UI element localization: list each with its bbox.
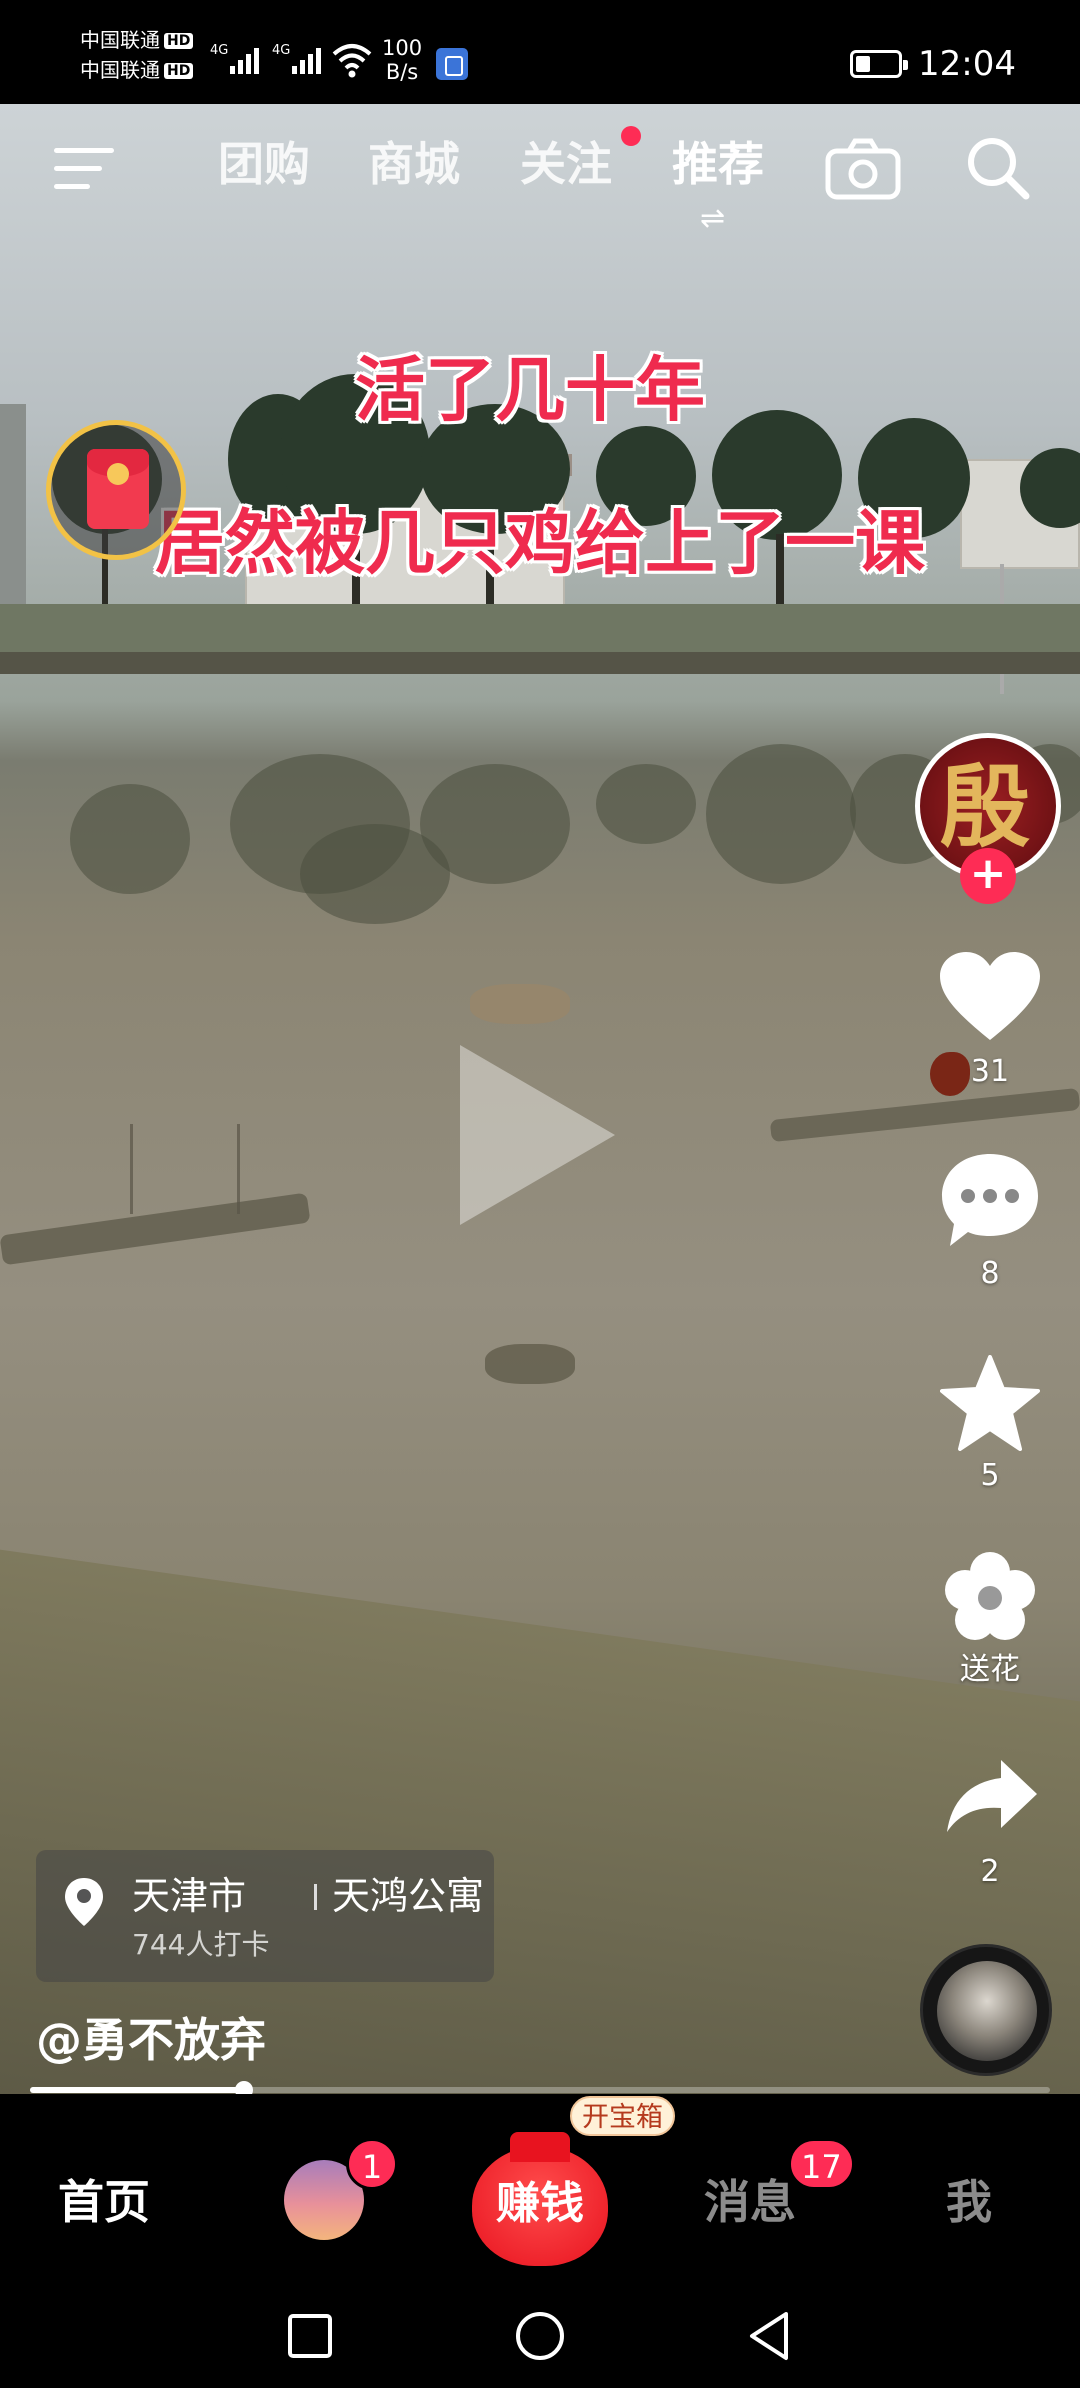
red-envelope-icon [87,449,149,529]
tree-reflection [420,764,570,884]
tree-reflection [70,784,190,894]
network-speed: 100 B/s [382,36,422,84]
speed-value: 100 [382,36,423,60]
battery-icon [850,50,908,78]
location-city: 天津市 [132,1874,247,1918]
favorite-count: 5 [980,1458,1000,1493]
red-packet-button[interactable] [46,420,186,560]
send-flower-label: 送花 [960,1652,1020,1687]
location-place: 天鸿公寓 [332,1874,485,1918]
tab-messages[interactable]: 消息 [704,2174,796,2230]
carrier-2: 中国联通 HD [80,58,194,82]
speed-unit: B/s [385,60,419,84]
music-disc[interactable] [920,1944,1052,2076]
clock: 12:04 [918,44,1016,84]
favorite-icon[interactable] [940,1355,1040,1451]
play-icon[interactable] [460,1045,615,1225]
tab-recommended[interactable]: 推荐 [672,134,764,194]
system-nav-bar [0,2284,1080,2388]
bottom-tab-bar: 首页 1 赚钱 消息 17 我 [0,2094,1080,2284]
author-handle[interactable]: @勇不放弃 [36,2012,266,2068]
like-icon[interactable] [938,950,1042,1042]
carrier-1: 中国联通 HD [80,28,194,52]
hd-badge: HD [164,33,194,49]
back-icon[interactable] [742,2308,798,2364]
comment-count: 8 [980,1256,1000,1291]
menu-icon[interactable] [54,144,114,194]
signal-icon: 4G [272,43,321,74]
swap-arrows-icon: ⇌ [700,201,726,236]
carrier-1-label: 中国联通 [80,28,160,52]
carrier-2-label: 中国联通 [80,58,160,82]
tab-earn-button[interactable]: 赚钱 [472,2132,608,2266]
like-count: 31 [970,1054,1010,1089]
floating-debris [485,1344,575,1384]
top-nav: 团购 商城 关注 推荐 ⇌ [0,104,1080,234]
brown-reflection [470,984,570,1024]
network-1-label: 4G [210,43,228,58]
field-strip [0,604,1080,656]
tab-group-buy[interactable]: 团购 [218,134,310,194]
music-cover-image [937,1961,1037,2061]
dirt-bank [0,652,1080,674]
comment-icon[interactable] [938,1150,1042,1250]
share-icon[interactable] [945,1758,1039,1834]
recent-apps-icon[interactable] [282,2308,338,2364]
location-checkins: 744人打卡 [132,1928,270,1961]
notification-app-icon [436,48,468,80]
tree-reflection [706,744,856,884]
location-pin-icon [65,1878,103,1926]
tree-reflection [596,764,696,844]
floating-log [769,1087,1080,1143]
tab-following[interactable]: 关注 [520,134,612,194]
tab-mall[interactable]: 商城 [368,134,460,194]
screen: 中国联通 HD 中国联通 HD 4G 4G 100 B/s 12:04 团购 商… [0,0,1080,2388]
tab-me[interactable]: 我 [946,2174,992,2230]
network-2-label: 4G [272,43,290,58]
wifi-icon [332,44,372,78]
hd-badge: HD [164,63,194,79]
video-progress-fill [30,2087,244,2093]
location-card[interactable]: 天津市 天鸿公寓 744人打卡 [36,1850,494,1982]
tab-home[interactable]: 首页 [58,2174,150,2230]
home-icon[interactable] [512,2308,568,2364]
messages-badge: 17 [788,2138,855,2190]
dead-branches [130,1124,240,1214]
follow-button[interactable]: + [960,848,1016,904]
open-chest-tag[interactable]: 开宝箱 [570,2096,675,2136]
following-notification-dot [621,126,641,146]
flower-icon[interactable] [945,1552,1035,1642]
share-count: 2 [980,1854,1000,1889]
earn-label: 赚钱 [496,2178,584,2229]
caption-line-2: 居然被几只鸡给上了一课 [155,502,925,584]
author-avatar-glyph: 殷 [940,754,1030,860]
search-icon[interactable] [962,132,1032,202]
left-building [0,404,26,614]
signal-icon: 4G [210,43,259,74]
location-separator [314,1884,317,1910]
friends-badge: 1 [346,2138,398,2190]
caption-line-1: 活了几十年 [355,349,705,431]
status-bar: 中国联通 HD 中国联通 HD 4G 4G 100 B/s 12:04 [0,0,1080,104]
camera-icon[interactable] [825,137,901,201]
